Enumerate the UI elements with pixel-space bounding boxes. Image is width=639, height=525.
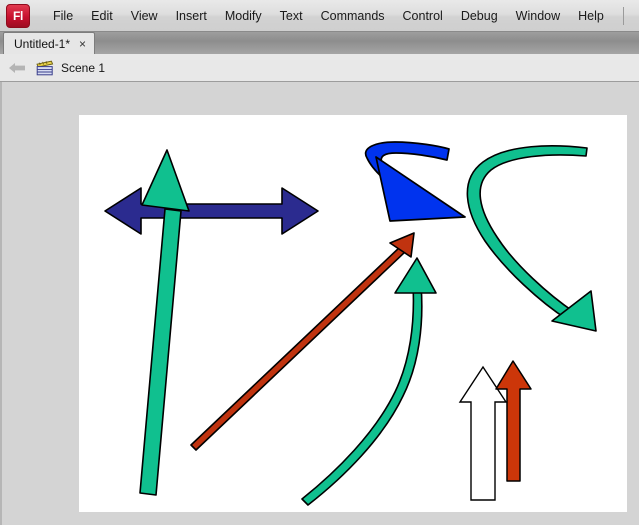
menu-debug[interactable]: Debug <box>452 6 507 26</box>
document-tab-untitled-1[interactable]: Untitled-1* × <box>3 32 96 54</box>
green-curved-arrow-center[interactable] <box>301 257 437 506</box>
stage-canvas[interactable] <box>79 115 627 512</box>
menu-bar: Fl File Edit View Insert Modify Text Com… <box>0 0 639 32</box>
app-logo-icon: Fl <box>6 3 30 28</box>
red-vertical-arrow[interactable] <box>495 360 532 482</box>
back-arrow-icon[interactable] <box>8 61 26 75</box>
work-area <box>0 82 639 525</box>
menu-control[interactable]: Control <box>394 6 452 26</box>
menu-help[interactable]: Help <box>569 6 613 26</box>
green-thick-arrow-up[interactable] <box>139 149 190 496</box>
stage-vector-drawing <box>104 141 597 506</box>
menu-view[interactable]: View <box>122 6 167 26</box>
double-headed-arrow[interactable] <box>104 187 319 235</box>
menu-commands[interactable]: Commands <box>312 6 394 26</box>
menu-item-list: File Edit View Insert Modify Text Comman… <box>44 0 624 31</box>
scene-name-label[interactable]: Scene 1 <box>61 61 105 75</box>
menu-text[interactable]: Text <box>271 6 312 26</box>
flash-application-window: Fl File Edit View Insert Modify Text Com… <box>0 0 639 525</box>
menu-insert[interactable]: Insert <box>167 6 216 26</box>
menu-modify[interactable]: Modify <box>216 6 271 26</box>
document-tab-label: Untitled-1* <box>14 36 71 51</box>
clapperboard-icon <box>36 60 54 76</box>
blue-curved-arrow[interactable] <box>364 141 466 222</box>
green-curved-arrow-right[interactable] <box>466 145 597 332</box>
document-tab-strip: Untitled-1* × <box>0 32 639 54</box>
menu-separator <box>622 6 624 25</box>
close-icon[interactable]: × <box>79 38 86 50</box>
menu-edit[interactable]: Edit <box>82 6 122 26</box>
scene-bar: Scene 1 <box>0 54 639 82</box>
menu-file[interactable]: File <box>44 6 82 26</box>
menu-window[interactable]: Window <box>507 6 569 26</box>
